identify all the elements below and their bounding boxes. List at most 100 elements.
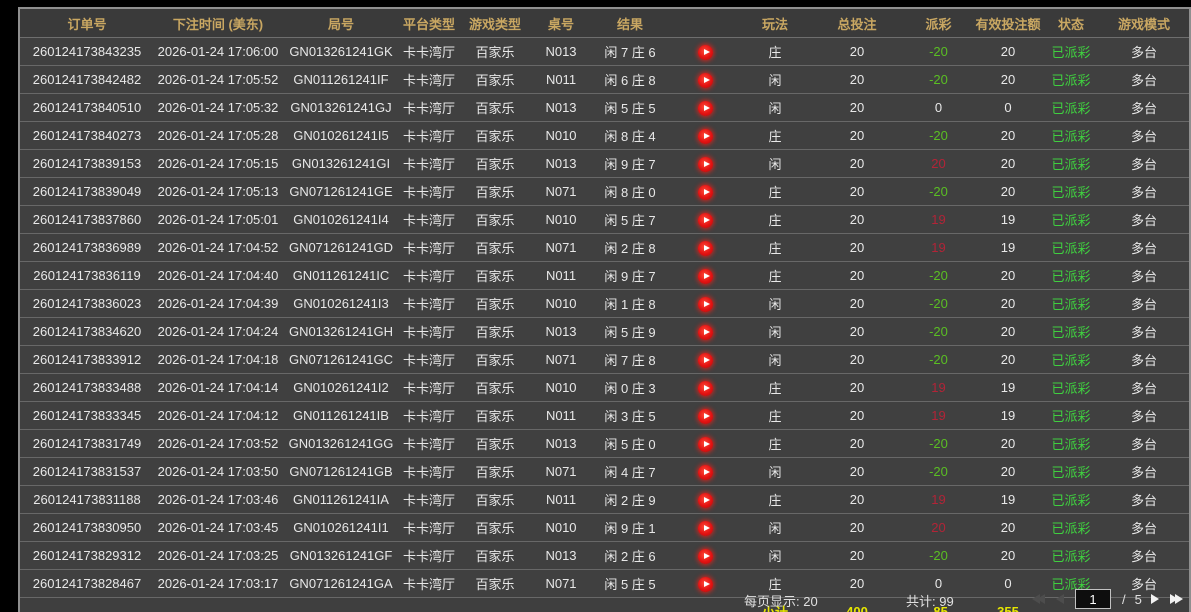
column-header-order: 订单号 bbox=[20, 9, 154, 38]
cell-order: 260124173830950 bbox=[20, 513, 154, 542]
replay-video-icon[interactable] bbox=[697, 520, 713, 536]
replay-video-icon[interactable] bbox=[697, 184, 713, 200]
column-header-game: 游戏类型 bbox=[458, 9, 532, 38]
cell-total_bet: 20 bbox=[810, 205, 904, 234]
cell-valid_bet: 20 bbox=[973, 177, 1043, 206]
cell-icon bbox=[670, 289, 740, 318]
cell-total_bet: 20 bbox=[810, 261, 904, 290]
cell-result: 闲 6 庄 8 bbox=[590, 65, 670, 94]
cell-platform: 卡卡湾厅 bbox=[400, 373, 458, 402]
cell-table_no: N071 bbox=[532, 233, 590, 262]
replay-video-icon[interactable] bbox=[697, 268, 713, 284]
table-row: 260124173833345 2026-01-24 17:04:12 GN0112… bbox=[20, 401, 1189, 430]
replay-video-icon[interactable] bbox=[697, 548, 713, 564]
cell-game: 百家乐 bbox=[458, 65, 532, 94]
cell-round: GN010261241I4 bbox=[282, 205, 400, 234]
cell-icon bbox=[670, 513, 740, 542]
cell-icon bbox=[670, 317, 740, 346]
cell-table_no: N011 bbox=[532, 65, 590, 94]
first-page-button[interactable] bbox=[1030, 592, 1047, 606]
table-row: 260124173840273 2026-01-24 17:05:28 GN0102… bbox=[20, 121, 1189, 150]
cell-play: 庄 bbox=[740, 261, 810, 290]
cell-status: 已派彩 bbox=[1043, 261, 1099, 290]
prev-page-button[interactable] bbox=[1054, 592, 1066, 606]
cell-valid_bet: 20 bbox=[973, 457, 1043, 486]
cell-mode: 多台 bbox=[1099, 233, 1189, 262]
cell-time: 2026-01-24 17:03:25 bbox=[154, 541, 282, 570]
cell-payout: -20 bbox=[904, 345, 973, 374]
cell-play: 庄 bbox=[740, 177, 810, 206]
cell-platform: 卡卡湾厅 bbox=[400, 485, 458, 514]
cell-result: 闲 8 庄 0 bbox=[590, 177, 670, 206]
cell-result: 闲 5 庄 7 bbox=[590, 205, 670, 234]
cell-time: 2026-01-24 17:03:50 bbox=[154, 457, 282, 486]
cell-payout: 19 bbox=[904, 401, 973, 430]
cell-table_no: N010 bbox=[532, 205, 590, 234]
cell-game: 百家乐 bbox=[458, 485, 532, 514]
replay-video-icon[interactable] bbox=[697, 380, 713, 396]
cell-time: 2026-01-24 17:05:01 bbox=[154, 205, 282, 234]
next-page-icon bbox=[1150, 594, 1159, 604]
replay-video-icon[interactable] bbox=[697, 44, 713, 60]
cell-round: GN011261241IF bbox=[282, 65, 400, 94]
table-row: 260124173834620 2026-01-24 17:04:24 GN0132… bbox=[20, 317, 1189, 346]
last-page-button[interactable] bbox=[1168, 592, 1185, 606]
cell-status: 已派彩 bbox=[1043, 65, 1099, 94]
cell-platform: 卡卡湾厅 bbox=[400, 261, 458, 290]
replay-video-icon[interactable] bbox=[697, 436, 713, 452]
first-page-icon bbox=[1037, 594, 1045, 604]
replay-video-icon[interactable] bbox=[697, 212, 713, 228]
replay-video-icon[interactable] bbox=[697, 492, 713, 508]
replay-video-icon[interactable] bbox=[697, 240, 713, 256]
cell-icon bbox=[670, 485, 740, 514]
replay-video-icon[interactable] bbox=[697, 72, 713, 88]
cell-round: GN010261241I2 bbox=[282, 373, 400, 402]
cell-order: 260124173831749 bbox=[20, 429, 154, 458]
cell-total_bet: 20 bbox=[810, 513, 904, 542]
cell-table_no: N013 bbox=[532, 541, 590, 570]
replay-video-icon[interactable] bbox=[697, 464, 713, 480]
cell-platform: 卡卡湾厅 bbox=[400, 205, 458, 234]
cell-time: 2026-01-24 17:06:00 bbox=[154, 37, 282, 66]
cell-table_no: N010 bbox=[532, 513, 590, 542]
cell-valid_bet: 20 bbox=[973, 289, 1043, 318]
next-page-button[interactable] bbox=[1149, 592, 1161, 606]
cell-platform: 卡卡湾厅 bbox=[400, 541, 458, 570]
cell-mode: 多台 bbox=[1099, 205, 1189, 234]
cell-round: GN071261241GB bbox=[282, 457, 400, 486]
column-header-payout: 派彩 bbox=[904, 9, 973, 38]
cell-total_bet: 20 bbox=[810, 401, 904, 430]
replay-video-icon[interactable] bbox=[697, 156, 713, 172]
replay-video-icon[interactable] bbox=[697, 128, 713, 144]
cell-round: GN071261241GD bbox=[282, 233, 400, 262]
cell-status: 已派彩 bbox=[1043, 233, 1099, 262]
total-count-label: 共计: 99 bbox=[906, 594, 954, 609]
cell-order: 260124173837860 bbox=[20, 205, 154, 234]
cell-icon bbox=[670, 457, 740, 486]
table-row: 260124173839049 2026-01-24 17:05:13 GN0712… bbox=[20, 177, 1189, 206]
column-header-mode: 游戏模式 bbox=[1099, 9, 1189, 38]
table-body: 260124173843235 2026-01-24 17:06:00 GN0132… bbox=[20, 37, 1189, 612]
cell-total_bet: 20 bbox=[810, 485, 904, 514]
page-input[interactable] bbox=[1075, 589, 1111, 609]
table-row: 260124173829312 2026-01-24 17:03:25 GN0132… bbox=[20, 541, 1189, 570]
cell-platform: 卡卡湾厅 bbox=[400, 289, 458, 318]
cell-payout: 20 bbox=[904, 513, 973, 542]
cell-platform: 卡卡湾厅 bbox=[400, 149, 458, 178]
cell-play: 庄 bbox=[740, 37, 810, 66]
cell-valid_bet: 20 bbox=[973, 513, 1043, 542]
cell-play: 闲 bbox=[740, 65, 810, 94]
cell-payout: 20 bbox=[904, 149, 973, 178]
column-header-total_bet: 总投注 bbox=[810, 9, 904, 38]
cell-result: 闲 2 庄 6 bbox=[590, 541, 670, 570]
cell-status: 已派彩 bbox=[1043, 401, 1099, 430]
replay-video-icon[interactable] bbox=[697, 324, 713, 340]
cell-round: GN011261241IB bbox=[282, 401, 400, 430]
cell-valid_bet: 20 bbox=[973, 429, 1043, 458]
replay-video-icon[interactable] bbox=[697, 352, 713, 368]
cell-play: 庄 bbox=[740, 429, 810, 458]
cell-valid_bet: 20 bbox=[973, 37, 1043, 66]
replay-video-icon[interactable] bbox=[697, 296, 713, 312]
replay-video-icon[interactable] bbox=[697, 100, 713, 116]
replay-video-icon[interactable] bbox=[697, 408, 713, 424]
